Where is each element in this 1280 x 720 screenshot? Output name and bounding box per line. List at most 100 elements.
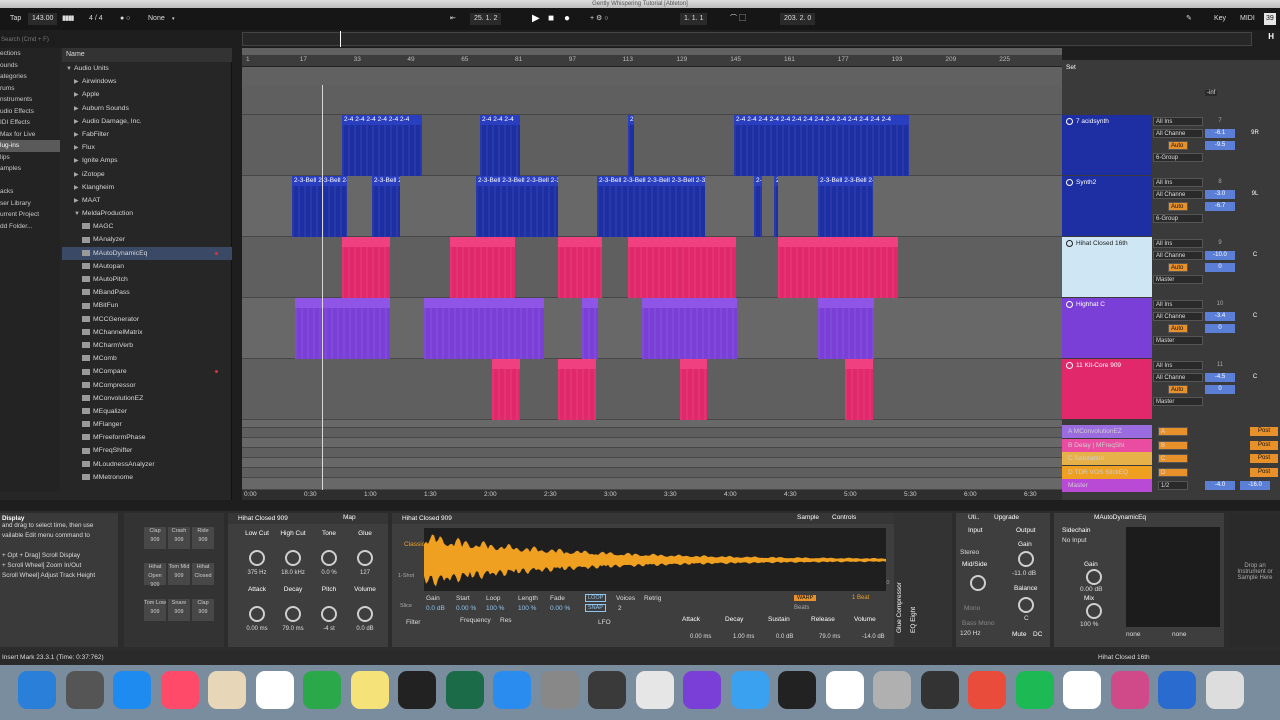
clip[interactable]: 2-3-Bell 2-3-Bell 2-3-Bell 2-3-Bell (292, 176, 347, 237)
tempo-field[interactable]: 143.00 (28, 13, 58, 25)
clip[interactable] (680, 359, 707, 420)
tree-header[interactable]: Name (62, 48, 232, 62)
drum-pad[interactable]: Ride 909 (192, 527, 214, 549)
track-volume[interactable]: -3.4 (1205, 312, 1235, 321)
position-field[interactable]: 25. 1. 2 (470, 13, 502, 25)
sampler-param-value[interactable]: 100 % (518, 605, 536, 612)
clip[interactable] (845, 359, 873, 420)
drum-pad[interactable]: Hihat Open 909 (144, 563, 166, 588)
output-label[interactable]: Output (1016, 527, 1036, 534)
browser-category[interactable]: rums (0, 83, 60, 95)
sidechain-label[interactable]: Sidechain (1062, 527, 1091, 534)
return-letter[interactable]: A (1158, 427, 1188, 436)
clip[interactable] (342, 237, 390, 298)
browser-category[interactable]: ser Library (0, 198, 60, 210)
gain-label[interactable]: Gain (1018, 541, 1032, 548)
browser-tree-item[interactable]: ▶ iZotope (62, 168, 232, 181)
utility-title[interactable]: Uti.. (968, 514, 980, 521)
browser-tree-item[interactable]: MFlanger (62, 418, 232, 431)
return-letter[interactable]: D (1158, 467, 1188, 477)
dyn-title[interactable]: MAutoDynamicEq (1094, 514, 1146, 521)
browser-tree-item[interactable]: ▶ Audio Damage, Inc. (62, 115, 232, 128)
input-select[interactable]: All Ins (1153, 117, 1203, 126)
browser-category[interactable]: Max for Live (0, 129, 60, 141)
clip[interactable] (558, 359, 596, 420)
return-track[interactable]: C Saturation (1062, 452, 1152, 465)
channel-select[interactable]: All Channe (1153, 251, 1203, 260)
dock-app-icon[interactable] (873, 671, 911, 709)
dc-button[interactable]: DC (1033, 631, 1042, 638)
monitor-auto[interactable]: Auto (1168, 263, 1188, 272)
dock-app-icon[interactable] (730, 671, 769, 709)
bass-mono-label[interactable]: Bass Mono (962, 620, 995, 627)
track-lane[interactable] (242, 448, 1062, 458)
browser-tree-item[interactable]: ▼ Audio Units (62, 62, 232, 75)
dyn-gain-value[interactable]: 0.00 dB (1080, 586, 1102, 593)
return-post[interactable]: Post (1250, 454, 1278, 463)
follow-icon[interactable]: ⇤ (450, 8, 456, 30)
mixer-track-header[interactable]: Highhat C (1062, 298, 1152, 358)
clip[interactable] (492, 359, 520, 420)
sampler-toggle-button[interactable]: SNAP (585, 604, 606, 612)
browser-tree-item[interactable]: MAutoPitch (62, 273, 232, 286)
bass-freq-value[interactable]: 120 Hz (960, 630, 981, 637)
browser-category[interactable]: urrent Project (0, 209, 60, 221)
knob[interactable] (357, 550, 373, 566)
tap-button[interactable]: Tap (10, 8, 21, 30)
clip[interactable] (424, 298, 544, 359)
clip[interactable]: 2-3-Bell (774, 176, 778, 237)
beat-ruler[interactable]: 1 17 33 49 65 81 97 113 129 145 161 177 193 209 225 (242, 55, 1062, 67)
browser-tree-item[interactable]: ▶ Airwindows (62, 75, 232, 88)
track-pan[interactable]: C (1240, 251, 1270, 260)
filter-label[interactable]: Filter (406, 619, 420, 626)
input-select[interactable]: All Ins (1153, 178, 1203, 187)
clip[interactable]: 2-3-Bell (754, 176, 762, 237)
browser-category[interactable]: IDI Effects (0, 117, 60, 129)
browser-tree-item[interactable]: MAutopan (62, 260, 232, 273)
knob[interactable] (285, 550, 301, 566)
drum-pad[interactable]: Snare 909 (168, 599, 190, 621)
signature-field[interactable]: 4 / 4 (89, 8, 103, 30)
dock-app-icon[interactable] (160, 671, 199, 709)
clip[interactable]: 2-4 2-4 2-4 2-4 2-4 2-4 2-4 2-4 2-4 2-4 … (734, 115, 909, 176)
arrangement-overview[interactable] (242, 32, 1252, 46)
clip[interactable] (450, 237, 515, 298)
output-select[interactable]: Master (1153, 275, 1203, 284)
return-post[interactable]: Post (1250, 427, 1278, 436)
master-pan[interactable]: -16.0 (1240, 481, 1270, 490)
mid-side-label[interactable]: Mid/Side (962, 561, 987, 568)
master-volume[interactable]: -4.0 (1205, 481, 1235, 490)
knob[interactable] (249, 550, 265, 566)
clip[interactable]: 2-4 2-4 2-4 2-4 2-4 2-4 (342, 115, 422, 176)
browser-category[interactable]: dd Folder... (0, 221, 60, 233)
clip[interactable] (558, 237, 602, 298)
browser-category[interactable]: nstruments (0, 94, 60, 106)
browser-category[interactable]: ounds (0, 60, 60, 72)
sampler-toggle-button[interactable]: LOOP (585, 594, 607, 602)
track-volume[interactable]: -3.0 (1205, 190, 1235, 199)
browser-tree-item[interactable]: MAGC (62, 220, 232, 233)
browser-category[interactable]: ategories (0, 71, 60, 83)
track-lane[interactable] (242, 85, 1062, 115)
stereo-select[interactable]: Stereo (960, 549, 979, 556)
track-send[interactable]: 0 (1205, 385, 1235, 394)
dock-app-icon[interactable] (303, 671, 341, 709)
midi-map-button[interactable]: MIDI (1240, 8, 1255, 30)
fold-icon[interactable] (1066, 179, 1073, 186)
track-lane[interactable] (242, 468, 1062, 478)
clip[interactable]: 2-4 (628, 115, 634, 176)
track-lane[interactable] (242, 359, 1062, 420)
dock-app-icon[interactable] (588, 671, 626, 709)
fold-icon[interactable] (1066, 362, 1073, 369)
dyn-gain-knob[interactable] (1086, 569, 1102, 585)
track-send[interactable]: 0 (1205, 263, 1235, 272)
browser-tree-item[interactable]: ▶ Klangheim (62, 181, 232, 194)
return-post[interactable]: Post (1250, 440, 1278, 450)
monitor-auto[interactable]: Auto (1168, 385, 1188, 394)
balance-value[interactable]: C (1024, 615, 1029, 622)
sampler-param-value[interactable]: 0.00 % (550, 605, 570, 612)
play-icon[interactable]: ▶ (532, 8, 540, 30)
output-select[interactable]: 6-Group (1153, 153, 1203, 162)
sampler-param-value[interactable]: 0.0 dB (426, 605, 445, 612)
track-lane[interactable] (242, 478, 1062, 490)
